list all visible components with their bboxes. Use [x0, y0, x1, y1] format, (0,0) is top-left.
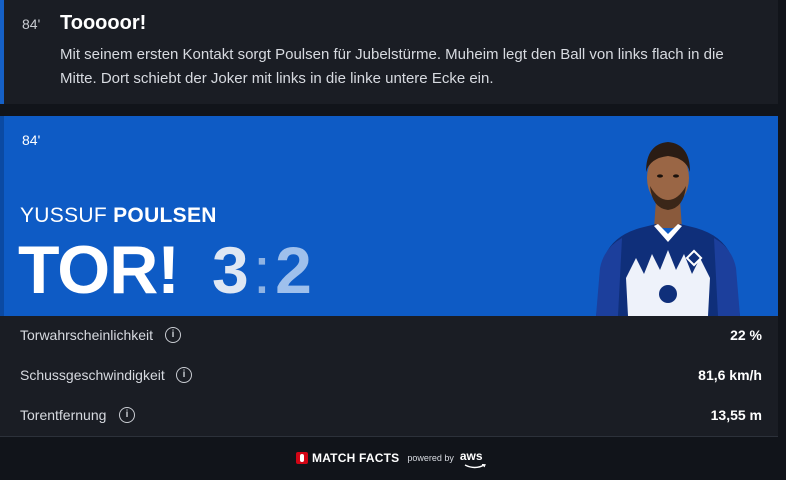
score: 3:2: [212, 237, 312, 303]
goal-accent-bar: [0, 116, 4, 316]
stat-label: Schussgeschwindigkeit: [20, 367, 165, 383]
player-last-name: POULSEN: [113, 204, 217, 227]
bundesliga-logo-icon: [296, 452, 308, 464]
powered-by-label: powered by: [407, 453, 454, 463]
info-icon[interactable]: i: [165, 327, 181, 343]
ticker-entry: 84' Tooooor! Mit seinem ersten Kontakt s…: [0, 0, 778, 104]
stat-label: Torwahrscheinlichkeit: [20, 327, 154, 343]
info-icon[interactable]: i: [119, 407, 135, 423]
goal-hero: 84' YUSSUF POULSEN TOR! 3:2: [0, 116, 778, 316]
ticker-accent-bar: [0, 0, 4, 104]
stat-value: 13,55 m: [710, 407, 762, 423]
stat-value: 81,6 km/h: [698, 367, 762, 383]
stat-value: 22 %: [730, 327, 762, 343]
stat-label: Torentfernung: [20, 407, 107, 423]
ticker-title: Tooooor!: [60, 12, 147, 34]
aws-smile-icon: [464, 464, 486, 469]
info-icon[interactable]: i: [176, 367, 192, 383]
footer: MATCH FACTS powered by aws: [0, 437, 778, 480]
score-away: 2: [275, 233, 312, 307]
stat-row-goal-probability: Torwahrscheinlichkeit i 22 %: [0, 316, 778, 356]
score-separator: :: [252, 233, 272, 307]
ticker-minute: 84': [22, 16, 41, 32]
player-photo: [596, 142, 740, 316]
score-home: 3: [212, 233, 249, 307]
stat-row-goal-distance: Torentfernung i 13,55 m: [0, 396, 778, 436]
goal-minute: 84': [22, 132, 41, 148]
aws-logo: aws: [459, 449, 483, 463]
player-first-name: YUSSUF: [20, 204, 107, 227]
goal-card: 84' YUSSUF POULSEN TOR! 3:2 Torwahrschei…: [0, 116, 778, 480]
goal-headline: TOR!: [18, 232, 180, 308]
match-facts-branding: MATCH FACTS powered by aws: [296, 449, 483, 467]
match-facts-label: MATCH FACTS: [312, 451, 400, 465]
player-name: YUSSUF POULSEN: [20, 204, 217, 228]
ticker-text: Mit seinem ersten Kontakt sorgt Poulsen …: [60, 46, 724, 87]
stat-row-shot-speed: Schussgeschwindigkeit i 81,6 km/h: [0, 356, 778, 396]
